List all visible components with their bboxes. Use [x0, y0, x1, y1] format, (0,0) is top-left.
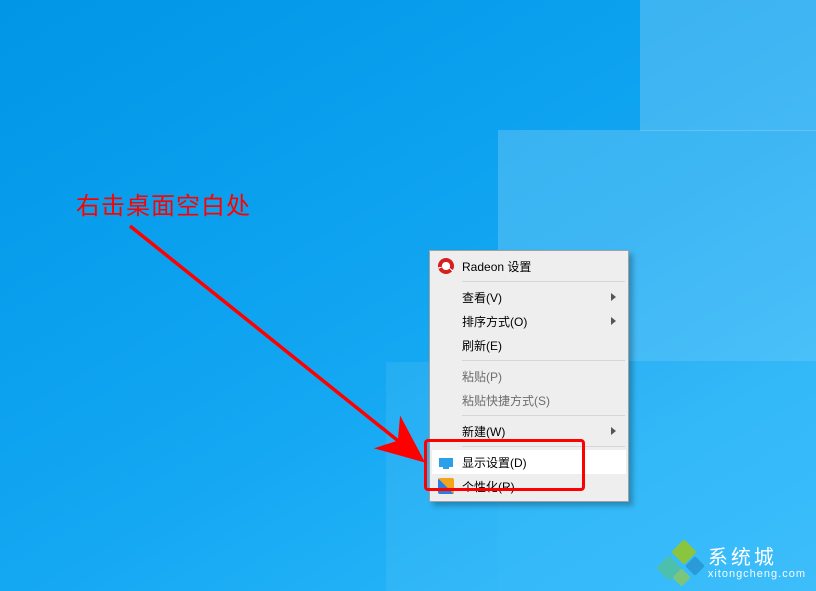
chevron-right-icon: [611, 293, 616, 301]
menu-item-personalize[interactable]: 个性化(R): [432, 474, 626, 498]
menu-item-label: 新建(W): [462, 423, 505, 440]
radeon-icon: [438, 258, 454, 274]
annotation-label: 右击桌面空白处: [76, 186, 251, 221]
chevron-right-icon: [611, 427, 616, 435]
menu-item-label: 显示设置(D): [462, 454, 527, 471]
menu-item-label: 个性化(R): [462, 478, 515, 495]
menu-item-label: Radeon 设置: [462, 258, 531, 275]
menu-item-label: 查看(V): [462, 289, 502, 306]
watermark-text: 系统城 xitongcheng.com: [708, 548, 806, 581]
menu-separator: [462, 415, 625, 416]
display-icon: [438, 454, 454, 470]
menu-item-label: 刷新(E): [462, 337, 502, 354]
watermark-url: xitongcheng.com: [708, 569, 806, 581]
menu-item-label: 粘贴快捷方式(S): [462, 392, 550, 409]
menu-item-label: 排序方式(O): [462, 313, 527, 330]
desktop[interactable]: Radeon 设置 查看(V) 排序方式(O) 刷新(E) 粘贴(P) 粘贴快捷…: [0, 0, 816, 591]
menu-item-sort-by[interactable]: 排序方式(O): [432, 309, 626, 333]
personalize-icon: [438, 478, 454, 494]
menu-item-paste-shortcut: 粘贴快捷方式(S): [432, 388, 626, 412]
chevron-right-icon: [611, 317, 616, 325]
menu-separator: [462, 446, 625, 447]
menu-item-new[interactable]: 新建(W): [432, 419, 626, 443]
menu-separator: [462, 360, 625, 361]
watermark: 系统城 xitongcheng.com: [660, 543, 806, 585]
wallpaper-pane: [640, 0, 816, 131]
menu-item-display-settings[interactable]: 显示设置(D): [432, 450, 626, 474]
menu-item-refresh[interactable]: 刷新(E): [432, 333, 626, 357]
desktop-context-menu: Radeon 设置 查看(V) 排序方式(O) 刷新(E) 粘贴(P) 粘贴快捷…: [429, 250, 629, 502]
menu-item-radeon-settings[interactable]: Radeon 设置: [432, 254, 626, 278]
watermark-title: 系统城: [708, 548, 806, 569]
menu-item-view[interactable]: 查看(V): [432, 285, 626, 309]
menu-item-paste: 粘贴(P): [432, 364, 626, 388]
menu-separator: [462, 281, 625, 282]
watermark-logo-icon: [660, 543, 702, 585]
menu-item-label: 粘贴(P): [462, 368, 502, 385]
